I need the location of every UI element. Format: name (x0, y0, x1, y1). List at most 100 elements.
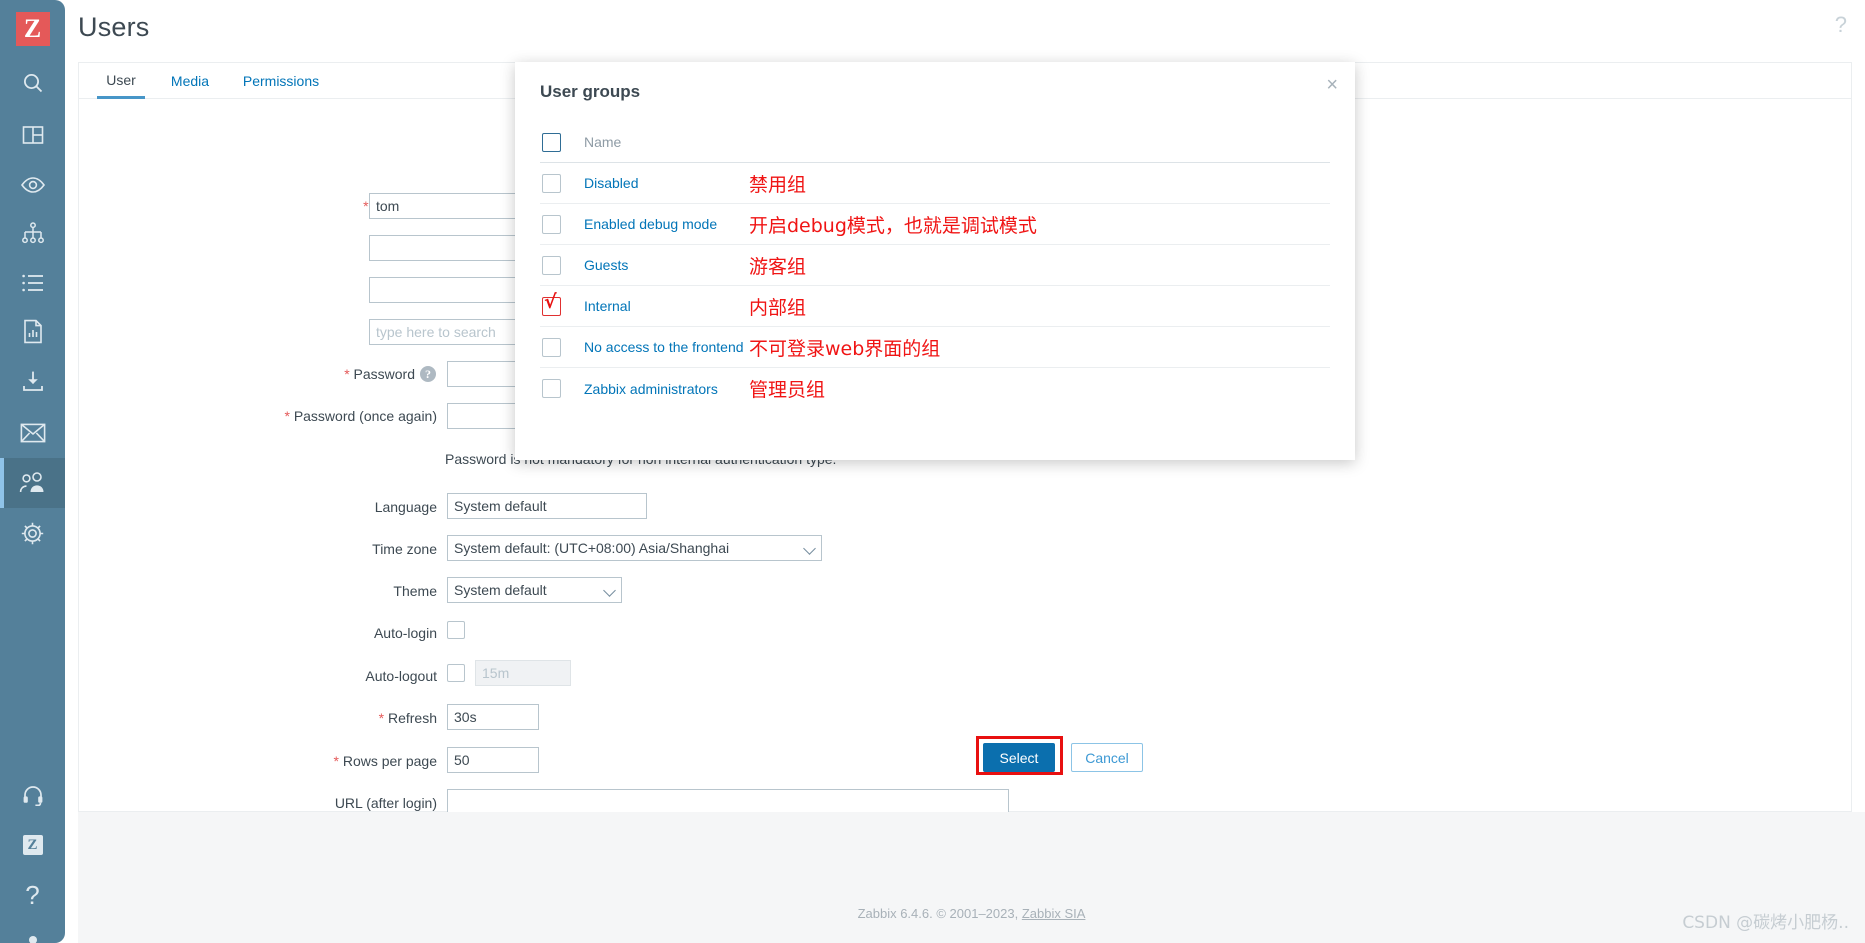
users-icon (19, 472, 46, 494)
sitemap-icon (21, 222, 45, 244)
annotation-text: 内部组 (749, 296, 807, 319)
search-icon (21, 71, 45, 95)
language-label: Language (374, 499, 437, 515)
required-marker: * (363, 198, 369, 214)
password-hint-icon[interactable]: ? (420, 366, 436, 382)
sidebar-item-inventory[interactable] (0, 258, 65, 308)
dialog-cancel-button[interactable]: Cancel (1071, 743, 1143, 772)
report-icon (22, 319, 44, 344)
sidebar-item-reports[interactable] (0, 306, 65, 356)
table-row[interactable]: No access to the frontend 不可登录web界面的组 (540, 327, 1330, 368)
language-select[interactable]: System default (447, 493, 647, 519)
z-badge-icon: Z (22, 835, 43, 855)
theme-select[interactable]: System default (447, 577, 622, 603)
url-after-login-label: URL (after login) (334, 795, 437, 811)
refresh-input[interactable]: 30s (447, 704, 539, 730)
sidebar-item-support[interactable] (0, 770, 65, 820)
sidebar-item-alerts[interactable] (0, 408, 65, 458)
tab-media[interactable]: Media (163, 63, 217, 99)
required-marker: * (378, 710, 385, 726)
group-name[interactable]: Internal (584, 298, 749, 314)
watermark: CSDN @碳烤小肥杨.. (1682, 913, 1849, 933)
row-checkbox[interactable] (542, 214, 561, 234)
download-icon (21, 369, 45, 393)
dashboard-icon (21, 123, 45, 147)
table-header-row: Name (540, 122, 1330, 163)
auto-logout-input[interactable]: 15m (475, 660, 571, 686)
row-checkbox[interactable] (542, 173, 561, 193)
tab-user[interactable]: User (97, 63, 145, 99)
sidebar-item-help[interactable]: ? (0, 870, 65, 920)
auto-login-checkbox[interactable] (447, 621, 465, 639)
question-icon[interactable]: ? (1835, 12, 1847, 38)
annotation-text: 游客组 (749, 255, 807, 278)
row-checkbox[interactable]: √ (542, 292, 561, 316)
group-name[interactable]: Guests (584, 257, 749, 273)
annotation-text: 禁用组 (749, 173, 807, 196)
dialog-footer: Select Cancel (515, 398, 1355, 775)
list-icon (21, 273, 45, 293)
annotation-text: 开启debug模式，也就是调试模式 (749, 214, 1037, 237)
row-checkbox[interactable] (542, 337, 561, 357)
theme-label: Theme (393, 583, 437, 599)
group-name[interactable]: No access to the frontend (584, 339, 749, 355)
table-row[interactable]: Guests 游客组 (540, 245, 1330, 286)
language-value: System default (454, 498, 547, 514)
time-zone-value: System default: (UTC+08:00) Asia/Shangha… (454, 540, 730, 556)
annotation-text: 不可登录web界面的组 (749, 337, 941, 360)
envelope-icon (20, 423, 46, 443)
group-name[interactable]: Disabled (584, 175, 749, 191)
user-groups-dialog: User groups × Name Disabled 禁用组 Enabled … (515, 62, 1355, 775)
dialog-title: User groups (540, 82, 641, 101)
password-again-label: * Password (once again) (284, 408, 437, 424)
table-row[interactable]: √ Internal 内部组 (540, 286, 1330, 327)
table-row[interactable]: Disabled 禁用组 (540, 163, 1330, 204)
question-icon: ? (25, 879, 40, 910)
tab-permissions[interactable]: Permissions (235, 63, 327, 99)
tab-user-label: User (106, 71, 136, 88)
chevron-down-icon (603, 584, 616, 597)
page-header: Users ? (65, 0, 1865, 58)
page-title: Users (78, 12, 150, 42)
sidebar-item-administration[interactable] (0, 508, 65, 558)
sidebar-item-users[interactable] (0, 458, 65, 508)
user-groups-table: Name Disabled 禁用组 Enabled debug mode 开启d… (540, 122, 1330, 409)
sidebar-logo[interactable]: Z (0, 4, 65, 54)
headset-icon (22, 784, 44, 806)
auto-login-label: Auto-login (373, 625, 437, 641)
sidebar-item-monitoring[interactable] (0, 160, 65, 210)
select-all-checkbox[interactable] (542, 132, 561, 152)
sidebar-item-search[interactable] (0, 58, 65, 108)
footer-version-text: Zabbix 6.4.6. © 2001–2023, (857, 906, 1022, 921)
password-label: * Password (344, 366, 415, 382)
auto-logout-checkbox[interactable] (447, 664, 465, 682)
required-marker: * (344, 366, 350, 382)
group-name[interactable]: Enabled debug mode (584, 216, 749, 232)
sidebar-item-services[interactable] (0, 208, 65, 258)
select-button[interactable]: Select (983, 743, 1055, 772)
close-icon[interactable]: × (1326, 75, 1338, 95)
time-zone-select[interactable]: System default: (UTC+08:00) Asia/Shangha… (447, 535, 822, 561)
table-row[interactable]: Enabled debug mode 开启debug模式，也就是调试模式 (540, 204, 1330, 245)
sidebar-item-integrations[interactable]: Z (0, 820, 65, 870)
chevron-down-icon (803, 542, 816, 555)
auto-logout-label: Auto-logout (365, 668, 437, 684)
rows-per-page-label: * Rows per page (333, 753, 437, 769)
sidebar-item-data-collection[interactable] (0, 356, 65, 406)
zabbix-sia-link[interactable]: Zabbix SIA (1022, 906, 1086, 921)
footer: Zabbix 6.4.6. © 2001–2023, Zabbix SIA (78, 812, 1865, 943)
row-checkbox[interactable] (542, 255, 561, 275)
sidebar-item-user-settings[interactable] (0, 920, 65, 943)
column-header-name: Name (584, 134, 622, 150)
required-marker: * (284, 408, 290, 424)
row-checkbox[interactable] (542, 379, 561, 398)
zabbix-logo-icon: Z (15, 12, 50, 46)
refresh-label: * Refresh (378, 710, 437, 726)
sidebar-item-dashboards[interactable] (0, 110, 65, 160)
rows-per-page-input[interactable]: 50 (447, 747, 539, 773)
tab-permissions-label: Permissions (242, 73, 320, 89)
group-name[interactable]: Zabbix administrators (584, 381, 749, 397)
tab-media-label: Media (170, 73, 210, 89)
time-zone-label: Time zone (372, 541, 437, 557)
required-marker: * (333, 753, 339, 769)
